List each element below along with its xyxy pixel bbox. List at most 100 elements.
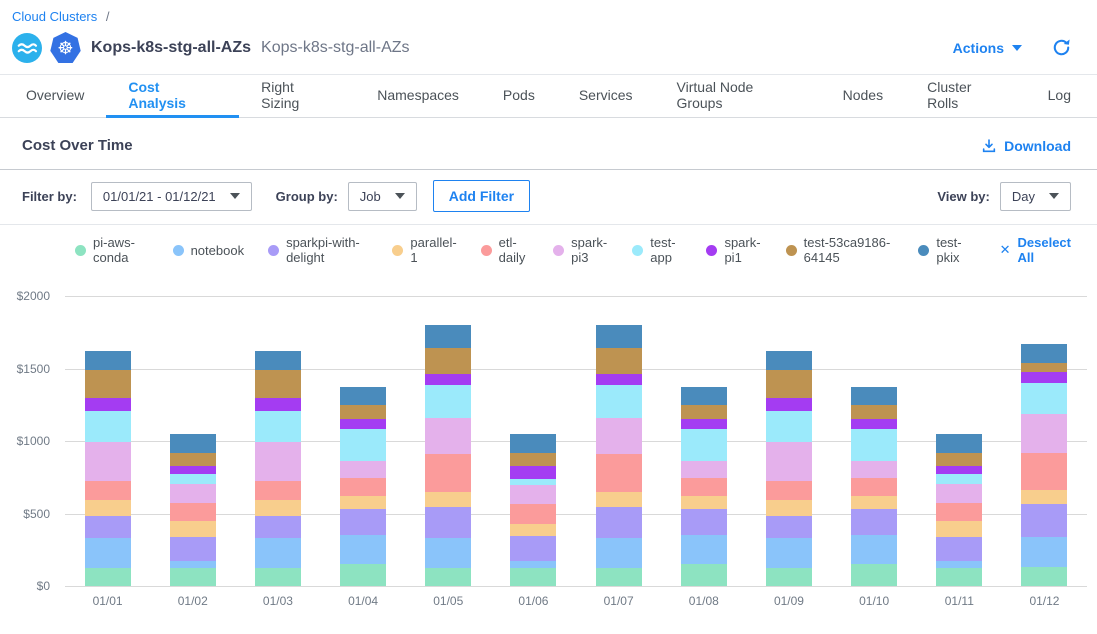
- tab-pods[interactable]: Pods: [481, 75, 557, 118]
- stacked-bar-01/02[interactable]: [170, 434, 216, 586]
- bar-segment-test-53ca9186-64145[interactable]: [596, 348, 642, 375]
- bar-segment-test-app[interactable]: [766, 411, 812, 443]
- bar-segment-etl-daily[interactable]: [255, 481, 301, 501]
- bar-segment-test-pkix[interactable]: [1021, 344, 1067, 363]
- bar-segment-test-app[interactable]: [255, 411, 301, 443]
- legend-item-pi-aws-conda[interactable]: pi-aws-conda: [75, 235, 149, 265]
- bar-segment-spark-pi3[interactable]: [681, 461, 727, 478]
- bar-segment-test-pkix[interactable]: [766, 351, 812, 370]
- bar-segment-sparkpi-with-delight[interactable]: [85, 516, 131, 538]
- bar-segment-notebook[interactable]: [170, 561, 216, 568]
- bar-segment-spark-pi1[interactable]: [85, 398, 131, 410]
- bar-segment-test-pkix[interactable]: [596, 325, 642, 347]
- bar-segment-test-pkix[interactable]: [85, 351, 131, 370]
- bar-segment-spark-pi1[interactable]: [766, 398, 812, 410]
- bar-segment-sparkpi-with-delight[interactable]: [340, 509, 386, 535]
- bar-segment-spark-pi1[interactable]: [255, 398, 301, 410]
- stacked-bar-01/12[interactable]: [1021, 344, 1067, 586]
- bar-segment-etl-daily[interactable]: [340, 478, 386, 496]
- legend-item-sparkpi-with-delight[interactable]: sparkpi-with-delight: [268, 235, 368, 265]
- tab-overview[interactable]: Overview: [4, 75, 106, 118]
- bar-segment-parallel-1[interactable]: [255, 500, 301, 515]
- bar-segment-pi-aws-conda[interactable]: [851, 564, 897, 586]
- bar-segment-spark-pi1[interactable]: [936, 466, 982, 475]
- legend-item-spark-pi1[interactable]: spark-pi1: [706, 235, 761, 265]
- bar-segment-sparkpi-with-delight[interactable]: [766, 516, 812, 538]
- refresh-button[interactable]: [1052, 38, 1071, 57]
- stacked-bar-01/04[interactable]: [340, 387, 386, 586]
- bar-segment-sparkpi-with-delight[interactable]: [851, 509, 897, 535]
- tab-cost-analysis[interactable]: Cost Analysis: [106, 75, 239, 118]
- bar-segment-notebook[interactable]: [681, 535, 727, 564]
- legend-item-parallel-1[interactable]: parallel-1: [392, 235, 456, 265]
- bar-segment-spark-pi3[interactable]: [170, 484, 216, 503]
- bar-segment-notebook[interactable]: [851, 535, 897, 564]
- bar-segment-parallel-1[interactable]: [681, 496, 727, 509]
- bar-segment-pi-aws-conda[interactable]: [85, 568, 131, 586]
- bar-segment-parallel-1[interactable]: [170, 521, 216, 536]
- bar-segment-spark-pi1[interactable]: [170, 466, 216, 475]
- bar-segment-test-app[interactable]: [425, 385, 471, 418]
- bar-segment-test-53ca9186-64145[interactable]: [85, 370, 131, 398]
- bar-segment-test-pkix[interactable]: [681, 387, 727, 404]
- bar-segment-test-53ca9186-64145[interactable]: [170, 453, 216, 466]
- group-by-select[interactable]: Job: [348, 182, 417, 211]
- bar-segment-spark-pi3[interactable]: [255, 442, 301, 480]
- bar-segment-spark-pi1[interactable]: [340, 419, 386, 429]
- bar-segment-spark-pi1[interactable]: [510, 466, 556, 479]
- tab-log[interactable]: Log: [1026, 75, 1093, 118]
- bar-segment-test-app[interactable]: [596, 385, 642, 418]
- tab-cluster-rolls[interactable]: Cluster Rolls: [905, 75, 1026, 118]
- bar-segment-notebook[interactable]: [425, 538, 471, 568]
- bar-segment-sparkpi-with-delight[interactable]: [936, 537, 982, 561]
- bar-segment-test-53ca9186-64145[interactable]: [425, 348, 471, 375]
- bar-segment-pi-aws-conda[interactable]: [510, 568, 556, 586]
- bar-segment-sparkpi-with-delight[interactable]: [596, 507, 642, 538]
- bar-segment-parallel-1[interactable]: [766, 500, 812, 515]
- bar-segment-pi-aws-conda[interactable]: [1021, 567, 1067, 586]
- bar-segment-parallel-1[interactable]: [596, 492, 642, 507]
- bar-segment-notebook[interactable]: [85, 538, 131, 568]
- bar-segment-spark-pi1[interactable]: [425, 374, 471, 385]
- bar-segment-sparkpi-with-delight[interactable]: [170, 537, 216, 561]
- legend-item-test-53ca9186-64145[interactable]: test-53ca9186-64145: [786, 235, 895, 265]
- legend-item-test-app[interactable]: test-app: [632, 235, 682, 265]
- bar-segment-notebook[interactable]: [1021, 537, 1067, 567]
- bar-segment-sparkpi-with-delight[interactable]: [1021, 504, 1067, 537]
- bar-segment-test-pkix[interactable]: [170, 434, 216, 453]
- bar-segment-parallel-1[interactable]: [85, 500, 131, 515]
- bar-segment-pi-aws-conda[interactable]: [596, 568, 642, 586]
- bar-segment-notebook[interactable]: [510, 561, 556, 568]
- bar-segment-test-53ca9186-64145[interactable]: [255, 370, 301, 398]
- bar-segment-etl-daily[interactable]: [681, 478, 727, 496]
- bar-segment-spark-pi3[interactable]: [340, 461, 386, 478]
- bar-segment-test-app[interactable]: [1021, 383, 1067, 414]
- bar-segment-etl-daily[interactable]: [85, 481, 131, 501]
- download-button[interactable]: Download: [981, 138, 1071, 154]
- bar-segment-notebook[interactable]: [936, 561, 982, 568]
- bar-segment-etl-daily[interactable]: [936, 503, 982, 522]
- bar-segment-test-53ca9186-64145[interactable]: [681, 405, 727, 420]
- legend-item-test-pkix[interactable]: test-pkix: [918, 235, 969, 265]
- bar-segment-test-pkix[interactable]: [340, 387, 386, 404]
- bar-segment-etl-daily[interactable]: [851, 478, 897, 496]
- bar-segment-notebook[interactable]: [255, 538, 301, 568]
- stacked-bar-01/01[interactable]: [85, 351, 131, 586]
- bar-segment-parallel-1[interactable]: [425, 492, 471, 507]
- bar-segment-etl-daily[interactable]: [766, 481, 812, 501]
- legend-item-notebook[interactable]: notebook: [173, 243, 245, 258]
- bar-segment-test-pkix[interactable]: [255, 351, 301, 370]
- bar-segment-etl-daily[interactable]: [425, 454, 471, 492]
- bar-segment-pi-aws-conda[interactable]: [170, 568, 216, 586]
- bar-segment-spark-pi3[interactable]: [936, 484, 982, 503]
- bar-segment-test-app[interactable]: [85, 411, 131, 443]
- bar-segment-parallel-1[interactable]: [1021, 490, 1067, 504]
- bar-segment-notebook[interactable]: [766, 538, 812, 568]
- bar-segment-test-pkix[interactable]: [510, 434, 556, 453]
- bar-segment-test-app[interactable]: [681, 429, 727, 461]
- bar-segment-test-app[interactable]: [936, 474, 982, 483]
- tab-namespaces[interactable]: Namespaces: [355, 75, 481, 118]
- bar-segment-pi-aws-conda[interactable]: [766, 568, 812, 586]
- bar-segment-etl-daily[interactable]: [170, 503, 216, 522]
- actions-button[interactable]: Actions: [953, 40, 1022, 56]
